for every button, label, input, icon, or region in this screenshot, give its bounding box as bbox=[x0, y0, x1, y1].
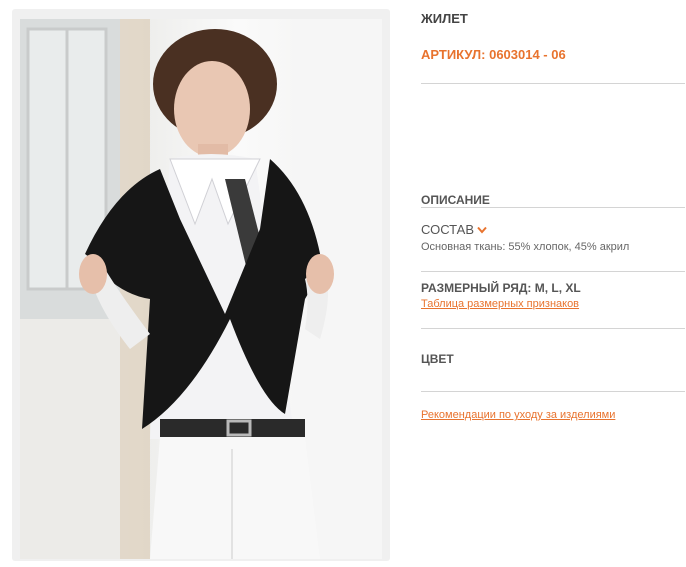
divider bbox=[421, 271, 685, 272]
divider bbox=[421, 328, 685, 329]
composition-text: Основная ткань: 55% хлопок, 45% акрил bbox=[421, 241, 630, 253]
article-number: АРТИКУЛ: 0603014 - 06 bbox=[421, 47, 566, 62]
product-title: ЖИЛЕТ bbox=[421, 11, 468, 26]
product-photo[interactable] bbox=[20, 19, 382, 559]
composition-toggle[interactable]: СОСТАВ bbox=[421, 222, 487, 237]
color-heading: ЦВЕТ bbox=[421, 352, 454, 366]
model-illustration bbox=[20, 19, 382, 559]
chevron-down-icon bbox=[477, 226, 487, 234]
size-range: РАЗМЕРНЫЙ РЯД: M, L, XL bbox=[421, 281, 581, 295]
care-instructions-link[interactable]: Рекомендации по уходу за изделиями bbox=[421, 409, 615, 421]
product-info: ЖИЛЕТ АРТИКУЛ: 0603014 - 06 ОПИСАНИЕ СОС… bbox=[421, 0, 686, 567]
composition-label: СОСТАВ bbox=[421, 222, 475, 237]
divider bbox=[421, 207, 685, 208]
product-photo-frame bbox=[12, 9, 390, 561]
divider bbox=[421, 83, 685, 84]
description-heading: ОПИСАНИЕ bbox=[421, 193, 490, 207]
size-table-link[interactable]: Таблица размерных признаков bbox=[421, 298, 579, 310]
divider bbox=[421, 391, 685, 392]
